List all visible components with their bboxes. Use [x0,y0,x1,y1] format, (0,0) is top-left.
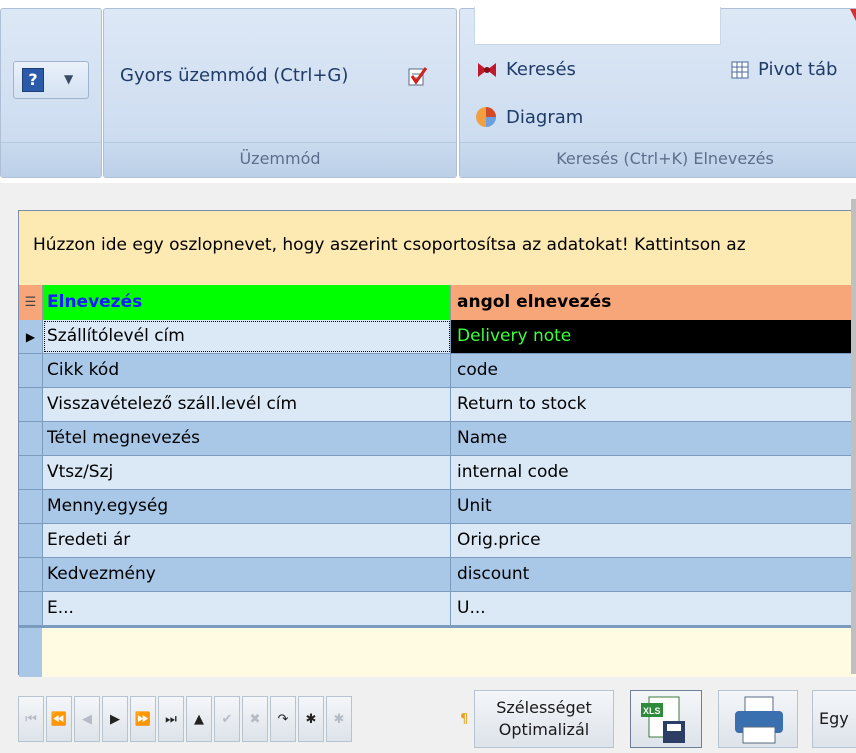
pivot-label: Pivot táb [758,59,838,80]
table-cell[interactable]: Cikk kód [43,354,451,387]
first-page-button[interactable]: ⏮ [18,696,44,742]
table-cell[interactable]: discount [451,558,855,591]
printer-icon [735,696,783,744]
diagram-label: Diagram [506,106,584,128]
table-cell[interactable]: Visszavételező száll.levél cím [43,388,451,421]
optimize-width-button[interactable]: Szélességet Optimalizál [474,690,614,748]
new-row[interactable] [19,626,856,677]
table-cell[interactable]: Menny.egység [43,490,451,523]
pivot-table-icon [731,61,749,78]
help-icon: ? [22,68,44,92]
row-indicator [19,490,43,523]
table-cell[interactable]: Szállítólevél cím [43,320,451,353]
search-box[interactable] [474,7,721,45]
pie-chart-icon [476,107,496,127]
diagram-button[interactable]: Diagram [474,105,583,129]
table-cell[interactable]: E... [43,592,451,625]
ribbon-group-search: Keresés Diagram Pivot táb Keresés (Ctrl+… [459,7,856,178]
group-panel[interactable]: Húzzon ide egy oszlopnevet, hogy aszerin… [19,211,856,285]
table-row[interactable]: Vtsz/Szj internal code [19,456,856,490]
ribbon-group-label [1,142,101,177]
table-cell[interactable]: Orig.price [451,524,855,557]
table-cell[interactable]: Name [451,422,855,455]
search-button[interactable]: Keresés [476,59,576,80]
column-header-angol[interactable]: angol elnevezés [451,285,855,320]
vertical-scrollbar[interactable] [851,199,856,674]
print-button[interactable] [718,690,798,748]
next-record-button[interactable]: ▶ [102,696,128,742]
row-indicator [19,354,43,387]
table-cell[interactable]: Delivery note [451,320,855,353]
table-row[interactable]: Cikk kód code [19,354,856,388]
ribbon-group-help: ? ▼ [0,8,102,178]
grid-header: ☰ Elnevezés angol elnevezés [19,285,855,320]
grid-rows: ▶ Szállítólevél cím Delivery note Cikk k… [19,320,856,626]
row-indicator [19,628,42,677]
filter-icon: ¶ [460,711,469,727]
last-page-button[interactable]: ⏭ [158,696,184,742]
table-cell[interactable]: code [451,354,855,387]
row-indicator [19,592,43,625]
table-cell[interactable]: U... [451,592,855,625]
next-page-button[interactable]: ⏩ [130,696,156,742]
table-row[interactable]: Tétel megnevezés Name [19,422,856,456]
row-indicator-icon: ▶ [19,320,43,353]
table-row[interactable]: Kedvezmény discount [19,558,856,592]
data-grid: Húzzon ide egy oszlopnevet, hogy aszerin… [18,210,856,677]
red-flag-icon [850,9,856,21]
ribbon-group-mode-label: Üzemmód [104,142,456,177]
pivot-button[interactable]: Pivot táb [730,59,837,80]
table-cell[interactable]: Vtsz/Szj [43,456,451,489]
move-up-button[interactable]: ▲ [186,696,212,742]
add-record-button[interactable]: ✱ [298,696,324,742]
table-cell[interactable]: Eredeti ár [43,524,451,557]
refresh-button[interactable]: ↷ [270,696,296,742]
table-row[interactable]: ▶ Szállítólevél cím Delivery note [19,320,856,354]
table-row[interactable]: E... U... [19,592,856,626]
chevron-down-icon: ▼ [64,72,74,86]
checklist-icon[interactable] [406,65,428,87]
group-panel-hint: Húzzon ide egy oszlopnevet, hogy aszerin… [33,235,746,255]
table-cell[interactable]: Unit [451,490,855,523]
column-chooser-icon[interactable]: ☰ [19,285,43,320]
cancel-button[interactable]: ✖ [242,696,268,742]
table-row[interactable]: Visszavételező száll.levél cím Return to… [19,388,856,422]
help-dropdown-button[interactable]: ? ▼ [13,61,89,99]
export-xls-button[interactable]: XLS [630,690,702,748]
delete-record-button[interactable]: ✱ [326,696,352,742]
row-indicator [19,524,43,557]
prev-record-button[interactable]: ◀ [74,696,100,742]
navigator-bar: ⏮ ⏪ ◀ ▶ ⏩ ⏭ ▲ ✔ ✖ ↷ ✱ ✱ ¶ Szélességet Op… [18,684,856,753]
table-cell[interactable]: Return to stock [451,388,855,421]
optimize-width-line2: Optimalizál [498,720,590,739]
row-indicator [19,456,43,489]
column-header-elnevezes[interactable]: Elnevezés [43,285,451,320]
ribbon-group-search-label: Keresés (Ctrl+K) Elnevezés [460,142,856,177]
egy-button[interactable]: Egy [812,690,856,748]
optimize-width-line1: Szélességet [496,698,592,717]
quick-mode-button[interactable]: Gyors üzemmód (Ctrl+G) [120,65,348,86]
table-cell[interactable]: Tétel megnevezés [43,422,451,455]
table-cell[interactable]: Kedvezmény [43,558,451,591]
ribbon: ? ▼ Gyors üzemmód (Ctrl+G) Üzemmód Keres… [0,0,856,183]
search-label: Keresés [506,59,576,80]
ribbon-group-mode: Gyors üzemmód (Ctrl+G) Üzemmód [103,8,457,178]
prev-page-button[interactable]: ⏪ [46,696,72,742]
svg-text:XLS: XLS [643,706,661,716]
confirm-button[interactable]: ✔ [214,696,240,742]
bow-icon [478,62,496,77]
table-row[interactable]: Eredeti ár Orig.price [19,524,856,558]
table-row[interactable]: Menny.egység Unit [19,490,856,524]
row-indicator [19,558,43,591]
xls-export-icon: XLS [641,696,685,743]
row-indicator [19,388,43,421]
table-cell[interactable]: internal code [451,456,855,489]
row-indicator [19,422,43,455]
